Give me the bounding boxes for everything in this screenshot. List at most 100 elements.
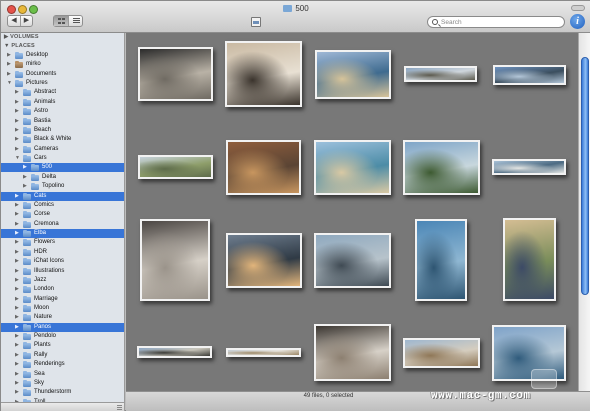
disclosure-closed-icon[interactable]: ▶ bbox=[15, 201, 21, 210]
disclosure-closed-icon[interactable]: ▶ bbox=[7, 51, 13, 60]
disclosure-closed-icon[interactable]: ▶ bbox=[15, 295, 21, 304]
scrollbar-thumb[interactable] bbox=[581, 57, 589, 295]
sidebar-item[interactable]: ▶ Elba bbox=[1, 229, 124, 239]
disclosure-closed-icon[interactable]: ▶ bbox=[15, 370, 21, 379]
disclosure-closed-icon[interactable]: ▶ bbox=[15, 135, 21, 144]
photo-thumbnail[interactable] bbox=[140, 219, 210, 301]
disclosure-closed-icon[interactable]: ▶ bbox=[15, 192, 21, 201]
sidebar-item[interactable]: ▶ Delta bbox=[1, 173, 124, 182]
search-input[interactable] bbox=[441, 18, 559, 27]
sidebar-section-places[interactable]: ▼ PLACES bbox=[4, 43, 35, 49]
sidebar-item[interactable]: ▶ Thunderstorm bbox=[1, 388, 124, 397]
sidebar-item[interactable]: ▼ Cars bbox=[1, 154, 124, 163]
photo-thumbnail[interactable] bbox=[226, 140, 301, 195]
photo-thumbnail[interactable] bbox=[225, 41, 302, 107]
disclosure-closed-icon[interactable]: ▶ bbox=[15, 313, 21, 322]
disclosure-open-icon[interactable]: ▼ bbox=[15, 154, 21, 163]
info-button[interactable]: i bbox=[570, 14, 585, 29]
sidebar-item[interactable]: ▶ Rally bbox=[1, 351, 124, 360]
photo-thumbnail[interactable] bbox=[314, 233, 391, 288]
photo-thumbnail[interactable] bbox=[226, 233, 302, 288]
sidebar-item[interactable]: ▶ Beach bbox=[1, 126, 124, 135]
disclosure-closed-icon[interactable]: ▶ bbox=[15, 229, 21, 238]
disclosure-closed-icon[interactable]: ▶ bbox=[15, 238, 21, 247]
sidebar-item[interactable]: ▶ Corse bbox=[1, 210, 124, 219]
photo-thumbnail[interactable] bbox=[138, 47, 213, 101]
disclosure-closed-icon[interactable]: ▶ bbox=[15, 351, 21, 360]
photo-thumbnail[interactable] bbox=[226, 348, 301, 357]
sidebar-item[interactable]: ▶ Sea bbox=[1, 370, 124, 379]
list-view-button[interactable] bbox=[67, 16, 82, 26]
sidebar-section-volumes[interactable]: ▶ VOLUMES bbox=[4, 34, 39, 40]
back-button[interactable]: ◀ bbox=[8, 16, 20, 26]
sidebar-item[interactable]: ▶ Marriage bbox=[1, 295, 124, 304]
sidebar-item[interactable]: ▶ Plants bbox=[1, 341, 124, 350]
disclosure-closed-icon[interactable]: ▶ bbox=[15, 220, 21, 229]
disclosure-closed-icon[interactable]: ▶ bbox=[15, 248, 21, 257]
photo-thumbnail[interactable] bbox=[492, 159, 566, 175]
sidebar-item[interactable]: ▶ London bbox=[1, 285, 124, 294]
disclosure-closed-icon[interactable]: ▶ bbox=[15, 117, 21, 126]
sidebar-item[interactable]: ▶ Jazz bbox=[1, 276, 124, 285]
disclosure-closed-icon[interactable]: ▶ bbox=[15, 145, 21, 154]
toolbar-toggle-button[interactable] bbox=[571, 5, 585, 11]
sidebar-item[interactable]: ▶ 500 bbox=[1, 163, 124, 173]
disclosure-closed-icon[interactable]: ▶ bbox=[7, 70, 13, 79]
disclosure-closed-icon[interactable]: ▶ bbox=[15, 388, 21, 397]
sidebar-item[interactable]: ▶ Nature bbox=[1, 313, 124, 322]
slideshow-icon[interactable] bbox=[251, 17, 261, 27]
forward-button[interactable]: ▶ bbox=[19, 16, 32, 26]
disclosure-closed-icon[interactable]: ▶ bbox=[15, 88, 21, 97]
sidebar-item[interactable]: ▶ Topolino bbox=[1, 182, 124, 191]
photo-thumbnail[interactable] bbox=[314, 140, 391, 195]
sidebar-item[interactable]: ▶ Documents bbox=[1, 70, 124, 79]
sidebar-item[interactable]: ▶ Abstract bbox=[1, 88, 124, 97]
sidebar-item[interactable]: ▶ Comics bbox=[1, 201, 124, 210]
disclosure-closed-icon[interactable]: ▶ bbox=[23, 182, 29, 191]
photo-thumbnail[interactable] bbox=[314, 324, 391, 381]
disclosure-closed-icon[interactable]: ▶ bbox=[15, 285, 21, 294]
photo-thumbnail[interactable] bbox=[403, 338, 480, 368]
search-field[interactable] bbox=[427, 16, 565, 28]
photo-thumbnail[interactable] bbox=[138, 155, 213, 179]
photo-thumbnail[interactable] bbox=[403, 140, 480, 195]
disclosure-closed-icon[interactable]: ▶ bbox=[23, 163, 29, 172]
photo-thumbnail[interactable] bbox=[493, 65, 566, 85]
disclosure-open-icon[interactable]: ▼ bbox=[7, 79, 13, 88]
resize-grip-icon[interactable] bbox=[117, 405, 122, 410]
disclosure-closed-icon[interactable]: ▶ bbox=[15, 304, 21, 313]
sidebar-item[interactable]: ▶ Flowers bbox=[1, 238, 124, 247]
disclosure-closed-icon[interactable]: ▶ bbox=[15, 332, 21, 341]
sidebar-item[interactable]: ▶ Sky bbox=[1, 379, 124, 388]
sidebar-item[interactable]: ▶ Astro bbox=[1, 107, 124, 116]
disclosure-closed-icon[interactable]: ▶ bbox=[15, 379, 21, 388]
disclosure-closed-icon[interactable]: ▶ bbox=[15, 98, 21, 107]
disclosure-closed-icon[interactable]: ▶ bbox=[15, 107, 21, 116]
disclosure-closed-icon[interactable]: ▶ bbox=[15, 323, 21, 332]
sidebar-item[interactable]: ▶ Pendolo bbox=[1, 332, 124, 341]
sidebar-item[interactable]: ▶ Animals bbox=[1, 98, 124, 107]
disclosure-closed-icon[interactable]: ▶ bbox=[15, 276, 21, 285]
sidebar-item[interactable]: ▶ Cats bbox=[1, 191, 124, 201]
disclosure-closed-icon[interactable]: ▶ bbox=[15, 267, 21, 276]
disclosure-closed-icon[interactable]: ▶ bbox=[15, 360, 21, 369]
photo-thumbnail[interactable] bbox=[404, 66, 477, 82]
sidebar-item[interactable]: ▶ iChat Icons bbox=[1, 257, 124, 266]
sidebar-item[interactable]: ▼ Pictures bbox=[1, 79, 124, 88]
photo-thumbnail[interactable] bbox=[315, 50, 391, 99]
sidebar-item[interactable]: ▶ mirko bbox=[1, 60, 124, 69]
sidebar-item[interactable]: ▶ Renderings bbox=[1, 360, 124, 369]
icon-view-button[interactable] bbox=[54, 16, 68, 26]
photo-thumbnail[interactable] bbox=[137, 346, 212, 358]
vertical-scrollbar[interactable] bbox=[578, 33, 590, 391]
disclosure-closed-icon[interactable]: ▶ bbox=[15, 210, 21, 219]
sidebar-item[interactable]: ▶ Illustrations bbox=[1, 267, 124, 276]
photo-thumbnail[interactable] bbox=[503, 218, 556, 301]
sidebar-item[interactable]: ▶ Moon bbox=[1, 304, 124, 313]
sidebar-item[interactable]: ▶ Cameras bbox=[1, 145, 124, 154]
sidebar-item[interactable]: ▶ Panos bbox=[1, 322, 124, 332]
disclosure-closed-icon[interactable]: ▶ bbox=[15, 341, 21, 350]
disclosure-closed-icon[interactable]: ▶ bbox=[15, 257, 21, 266]
disclosure-closed-icon[interactable]: ▶ bbox=[15, 126, 21, 135]
sidebar-item[interactable]: ▶ Cremona bbox=[1, 220, 124, 229]
